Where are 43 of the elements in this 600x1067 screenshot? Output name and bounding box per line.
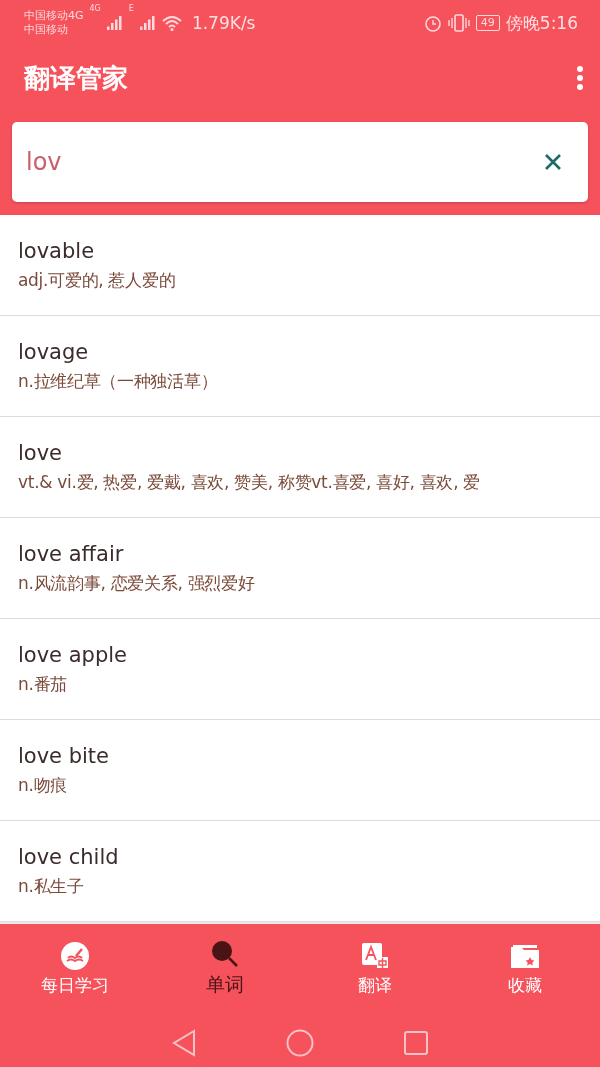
translate-icon: [361, 941, 389, 970]
network-type: 4G: [89, 4, 101, 13]
nav-tab[interactable]: 单词: [150, 924, 300, 1014]
result-item[interactable]: lovage n.拉维纪草（一种独活草）: [0, 316, 600, 417]
result-item[interactable]: love apple n.番茄: [0, 619, 600, 720]
app-title: 翻译管家: [24, 61, 129, 95]
wifi-icon: [161, 15, 182, 31]
result-item[interactable]: love vt.& vi.爱, 热爱, 爱戴, 喜欢, 赞美, 称赞vt.喜爱, 喜好, 喜欢, 爱: [0, 417, 600, 518]
more-icon[interactable]: [576, 65, 584, 91]
word-text: love: [18, 440, 64, 465]
battery-level: 49: [475, 15, 500, 31]
alarm-icon: [423, 14, 442, 32]
carrier-name: 中国移动: [24, 23, 69, 37]
carrier-name: 中国移动4G: [24, 9, 84, 23]
definition-text: n.风流韵事, 恋爱关系, 强烈爱好: [18, 571, 256, 595]
network-type: E: [128, 4, 134, 13]
vibrate-icon: [447, 14, 470, 32]
definition-text: n.私生子: [18, 874, 85, 898]
result-item[interactable]: love bite n.吻痕: [0, 720, 600, 821]
search-field[interactable]: lov: [12, 122, 588, 202]
definition-text: n.吻痕: [18, 773, 68, 797]
recents-icon[interactable]: [404, 1030, 428, 1055]
search-icon: [211, 940, 239, 968]
network-speed: 1.79K/s: [191, 13, 256, 33]
word-text: lovable: [18, 238, 96, 263]
word-text: love apple: [18, 642, 128, 667]
signal-icon: [106, 16, 123, 30]
word-text: love child: [18, 844, 120, 869]
result-item[interactable]: lovable adj.可爱的, 惹人爱的: [0, 215, 600, 316]
definition-text: n.番茄: [18, 672, 68, 696]
definition-text: vt.& vi.爱, 热爱, 爱戴, 喜欢, 赞美, 称赞vt.喜爱, 喜好, 喜欢, 爱: [18, 470, 482, 494]
definition-text: adj.可爱的, 惹人爱的: [18, 268, 177, 292]
home-icon[interactable]: [286, 1028, 314, 1057]
result-item[interactable]: love affair n.风流韵事, 恋爱关系, 强烈爱好: [0, 518, 600, 619]
word-text: lovage: [18, 339, 90, 364]
signal-icon: [139, 16, 156, 30]
word-text: love bite: [18, 743, 111, 768]
definition-text: n.拉维纪草（一种独活草）: [18, 369, 219, 393]
back-icon[interactable]: [172, 1028, 196, 1057]
clock: 傍晚5:16: [505, 11, 578, 35]
word-text: love affair: [18, 541, 125, 566]
book-icon: [61, 941, 89, 970]
close-icon[interactable]: [544, 153, 562, 171]
